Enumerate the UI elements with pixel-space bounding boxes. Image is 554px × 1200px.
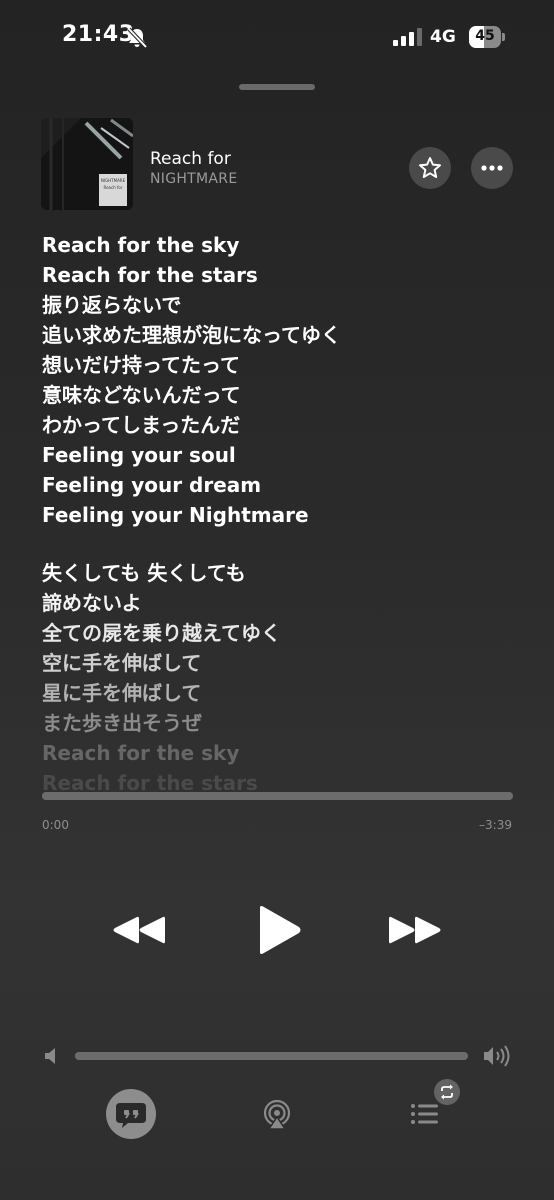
- lyrics-view[interactable]: Reach for the sky Reach for the stars 振り…: [42, 230, 522, 790]
- star-icon: [419, 157, 441, 178]
- repeat-icon: [441, 1084, 453, 1100]
- favorite-button[interactable]: [409, 147, 451, 189]
- signal-icon: [393, 28, 422, 46]
- lyrics-button[interactable]: [106, 1089, 156, 1139]
- battery-icon: 45: [469, 26, 505, 48]
- more-button[interactable]: [471, 147, 513, 189]
- status-time: 21:43: [62, 22, 135, 47]
- airplay-audio-icon[interactable]: [262, 1100, 292, 1130]
- song-title[interactable]: Reach for: [150, 149, 231, 169]
- lyric-line[interactable]: また歩き出そうぜ: [42, 708, 522, 738]
- playback-scrubber[interactable]: [42, 792, 513, 800]
- speaker-high-icon: [484, 1045, 510, 1067]
- lyric-line[interactable]: 空に手を伸ばして: [42, 648, 522, 678]
- lyric-line[interactable]: Feeling your soul: [42, 440, 522, 470]
- lyric-stanza-break: [42, 530, 522, 558]
- queue-list-icon[interactable]: [410, 1102, 438, 1126]
- lyrics-quote-icon: [116, 1103, 146, 1128]
- lyric-line[interactable]: Reach for the stars: [42, 260, 522, 290]
- album-art-line-1: NIGHTMARE: [100, 178, 126, 183]
- lyric-line[interactable]: Feeling your Nightmare: [42, 500, 522, 530]
- lyric-line[interactable]: Feeling your dream: [42, 470, 522, 500]
- album-art-line-2: Reach for: [103, 185, 123, 190]
- lyric-line[interactable]: Reach for the sky: [42, 738, 522, 768]
- speaker-low-icon: [45, 1048, 55, 1064]
- lyric-line[interactable]: わかってしまったんだ: [42, 410, 522, 440]
- lyric-line[interactable]: 全ての屍を乗り越えてゆく: [42, 618, 522, 648]
- sheet-grabber[interactable]: [239, 84, 315, 90]
- volume-slider[interactable]: [75, 1052, 468, 1060]
- repeat-badge[interactable]: [434, 1079, 460, 1105]
- remaining-time: –3:39: [479, 818, 512, 832]
- ellipsis-icon: [481, 165, 503, 171]
- album-art[interactable]: NIGHTMARE Reach for: [41, 118, 133, 210]
- lyric-line[interactable]: 諦めないよ: [42, 588, 522, 618]
- rewind-icon[interactable]: [112, 913, 166, 947]
- artist-name[interactable]: NIGHTMARE: [150, 171, 237, 187]
- lyric-line[interactable]: Reach for the stars: [42, 768, 522, 790]
- bell-slash-icon: [127, 27, 148, 49]
- lyric-line[interactable]: 振り返らないで: [42, 290, 522, 320]
- fast-forward-icon[interactable]: [388, 913, 442, 947]
- battery-level: 45: [475, 28, 495, 44]
- lyric-line[interactable]: 想いだけ持ってたって: [42, 350, 522, 380]
- elapsed-time: 0:00: [42, 818, 69, 832]
- lyric-line[interactable]: Reach for the sky: [42, 230, 522, 260]
- lyric-line[interactable]: 星に手を伸ばして: [42, 678, 522, 708]
- playback-progress-fill: [42, 792, 513, 800]
- network-type: 4G: [430, 27, 456, 47]
- lyric-line[interactable]: 追い求めた理想が泡になってゆく: [42, 320, 522, 350]
- volume-level-fill: [75, 1052, 468, 1060]
- lyric-line[interactable]: 失くしても 失くしても: [42, 558, 522, 588]
- play-icon[interactable]: [256, 905, 302, 955]
- lyric-line[interactable]: 意味などないんだって: [42, 380, 522, 410]
